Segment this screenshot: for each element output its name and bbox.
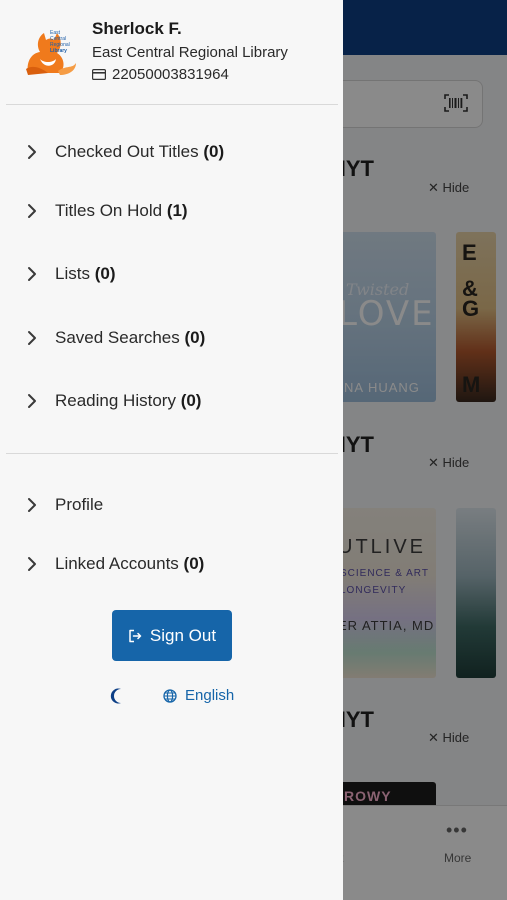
menu-item-lists[interactable]: Lists (0) (0, 253, 343, 295)
menu-label: Checked Out Titles (0) (55, 142, 225, 161)
library-name: East Central Regional Library (92, 44, 288, 61)
moon-icon[interactable] (108, 686, 128, 706)
divider (6, 453, 338, 454)
sign-out-button[interactable]: Sign Out (112, 610, 232, 661)
chevron-right-icon (28, 498, 36, 512)
chevron-right-icon (28, 557, 36, 571)
sign-out-label: Sign Out (149, 625, 217, 645)
menu-label: Reading History (0) (55, 391, 202, 410)
menu-item-linked-accounts[interactable]: Linked Accounts (0) (0, 543, 343, 585)
chevron-right-icon (28, 394, 36, 408)
menu-item-titles-on-hold[interactable]: Titles On Hold (1) (0, 190, 343, 232)
menu-item-reading-history[interactable]: Reading History (0) (0, 380, 343, 422)
navigation-drawer: East Central Regional Library Sherlock F… (0, 0, 343, 900)
library-card-row: 22050003831964 (92, 66, 229, 83)
menu-label: Titles On Hold (1) (55, 201, 188, 220)
menu-item-profile[interactable]: Profile (0, 484, 343, 526)
menu-label: Lists (0) (55, 264, 116, 283)
user-name: Sherlock F. (92, 19, 182, 38)
menu-item-saved-searches[interactable]: Saved Searches (0) (0, 317, 343, 359)
library-logo: East Central Regional Library (26, 30, 76, 75)
card-icon (92, 69, 106, 80)
drawer-header: East Central Regional Library Sherlock F… (0, 0, 343, 104)
logo-text: Library (50, 48, 67, 54)
chevron-right-icon (28, 204, 36, 218)
menu-label: Linked Accounts (0) (55, 554, 205, 573)
chevron-right-icon (28, 145, 36, 159)
menu-label: Profile (55, 495, 104, 514)
language-label: English (185, 687, 235, 704)
menu-label: Saved Searches (0) (55, 328, 206, 347)
sign-out-icon (129, 629, 142, 642)
chevron-right-icon (28, 331, 36, 345)
menu-item-checked-out[interactable]: Checked Out Titles (0) (0, 131, 343, 173)
card-number: 22050003831964 (112, 66, 229, 83)
divider (6, 104, 338, 105)
language-button[interactable]: English (163, 687, 234, 704)
chevron-right-icon (28, 267, 36, 281)
globe-icon (163, 688, 177, 703)
